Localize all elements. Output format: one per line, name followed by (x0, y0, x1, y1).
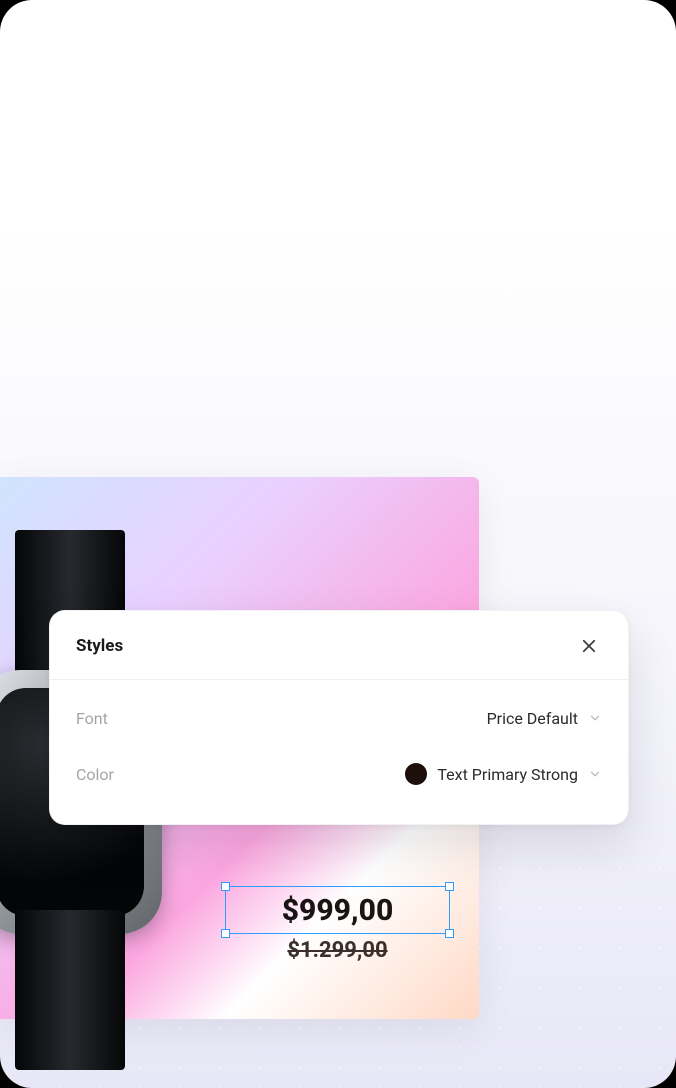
font-row-label: Font (76, 709, 108, 728)
color-select[interactable]: Text Primary Strong (405, 763, 602, 785)
styles-panel-title: Styles (76, 636, 123, 656)
font-row: Font Price Default (76, 690, 602, 746)
styles-panel-header: Styles (50, 611, 628, 680)
font-select[interactable]: Price Default (487, 709, 602, 728)
styles-panel-body: Font Price Default Color Text Primary St… (50, 680, 628, 824)
price-original[interactable]: $1.299,00 (225, 938, 450, 963)
styles-panel: Styles Font Price Default Color Tex (49, 610, 629, 825)
watch-band-bottom (15, 910, 125, 1070)
design-canvas-viewport: $999,00 $1.299,00 Styles Font Price Defa… (0, 0, 676, 1088)
chevron-down-icon (588, 711, 602, 725)
color-select-value: Text Primary Strong (437, 765, 578, 784)
color-row: Color Text Primary Strong (76, 746, 602, 802)
selection-handle-br[interactable] (445, 929, 454, 938)
selection-handle-tl[interactable] (221, 882, 230, 891)
selection-box[interactable]: $999,00 (225, 886, 450, 934)
selection-handle-tr[interactable] (445, 882, 454, 891)
color-swatch (405, 763, 427, 785)
selection-handle-bl[interactable] (221, 929, 230, 938)
close-icon (580, 637, 598, 655)
close-button[interactable] (574, 631, 604, 661)
color-row-label: Color (76, 765, 114, 784)
font-select-value: Price Default (487, 709, 578, 728)
price-current[interactable]: $999,00 (226, 887, 449, 933)
price-selection-group: $999,00 $1.299,00 (225, 886, 450, 963)
chevron-down-icon (588, 767, 602, 781)
